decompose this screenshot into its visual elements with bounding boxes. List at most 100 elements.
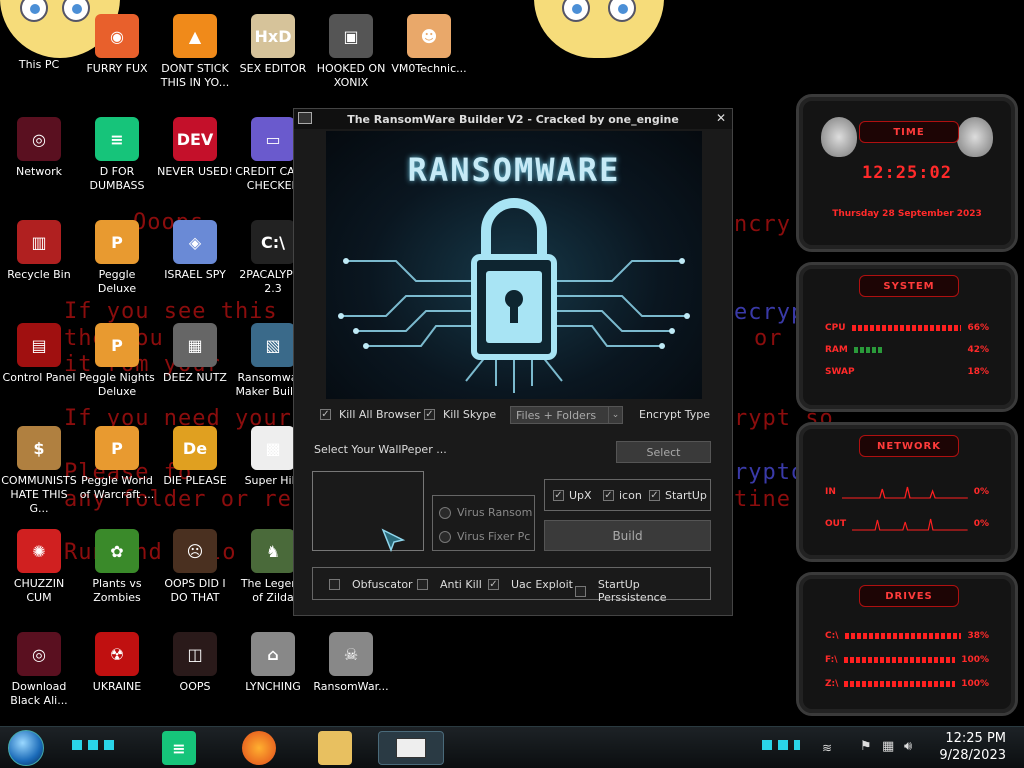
system-gadget: SYSTEM CPU 66% RAM 42% SWAP 18% <box>796 262 1018 412</box>
desktop-icon-label: DONT STICK THIS IN YO... <box>160 62 230 89</box>
drive-z-label: Z:\ <box>825 679 839 689</box>
uac-exploit-label: Uac Exploit <box>511 578 573 591</box>
icon-checkbox[interactable]: ✓ icon <box>603 489 642 502</box>
select-wallpaper-button[interactable]: Select <box>616 441 711 463</box>
app-icon: ◈ <box>173 220 217 264</box>
desktop-icon[interactable]: ▲ DONT STICK THIS IN YO... <box>156 8 234 104</box>
uac-exploit-checkbox[interactable]: ✓ Uac Exploit <box>488 578 573 591</box>
checkbox-box <box>575 585 586 597</box>
desktop-icon[interactable]: De DIE PLEASE <box>156 420 234 516</box>
desktop-icon[interactable]: ☠ RansomWar... <box>312 626 390 722</box>
banner-image: RANSOMWARE <box>326 131 702 399</box>
desktop-icon[interactable]: ▤ Control Panel <box>0 317 78 413</box>
notification-icon[interactable]: ≋ <box>822 741 832 755</box>
ram-value: 42% <box>967 345 989 355</box>
desktop-icon[interactable]: HxD SEX EDITOR <box>234 8 312 104</box>
virus-fixer-radio[interactable]: Virus Fixer Pc <box>439 530 530 543</box>
desktop-icon[interactable]: ⌂ LYNCHING <box>234 626 312 722</box>
desktop-icon[interactable]: ≡ D FOR DUMBASS <box>78 111 156 207</box>
clock-readout: 12:25:02 <box>862 163 952 183</box>
tray-date: 9/28/2023 <box>939 748 1006 763</box>
desktop-icon[interactable]: $ COMMUNISTS HATE THIS G... <box>0 420 78 516</box>
packing-options-group: ✓ UpX ✓ icon ✓ StartUp <box>544 479 711 511</box>
firefox-icon[interactable] <box>242 731 276 765</box>
checkbox-box <box>417 579 428 590</box>
app-icon: ☹ <box>173 529 217 573</box>
desktop-icon-label: FURRY FUX <box>86 62 148 75</box>
desktop-icon-label: RansomWar... <box>313 680 389 693</box>
volume-icon[interactable]: 🔊︎ <box>904 739 912 754</box>
file-explorer-icon[interactable] <box>318 731 352 765</box>
virus-ransom-radio[interactable]: Virus Ransom <box>439 506 532 519</box>
app-icon: De <box>173 426 217 470</box>
kill-all-browser-checkbox[interactable]: ✓ Kill All Browser <box>320 408 421 421</box>
app-icon: ◉ <box>95 14 139 58</box>
cpu-label: CPU <box>825 323 846 333</box>
taskbar-app-icon[interactable]: ≡ <box>162 731 196 765</box>
window-app-icon <box>298 112 312 124</box>
icon-label: icon <box>619 489 642 502</box>
app-icon: ▲ <box>173 14 217 58</box>
network-tray-icon[interactable]: ▦ <box>882 739 894 754</box>
desktop-icon-label: Peggle World of Warcraft ... <box>79 474 155 501</box>
desktop-icon[interactable]: DEV NEVER USED! <box>156 111 234 207</box>
desktop-icon[interactable]: ✺ CHUZZIN CUM <box>0 523 78 619</box>
select-wallpaper-label: Select Your WallPeper ... <box>314 443 447 456</box>
desktop-icon-this-pc[interactable]: This PC <box>0 8 78 104</box>
app-icon: ▥ <box>17 220 61 264</box>
flag-icon[interactable]: ⚑ <box>860 739 872 754</box>
desktop-icon-label: This PC <box>18 58 60 71</box>
desktop-icon[interactable]: ◎ Download Black Ali... <box>0 626 78 722</box>
window-titlebar[interactable]: The RansomWare Builder V2 - Cracked by o… <box>294 109 732 129</box>
desktop-icon[interactable]: P Peggle World of Warcraft ... <box>78 420 156 516</box>
desktop-icon[interactable]: ◈ ISRAEL SPY <box>156 214 234 310</box>
obfuscator-checkbox[interactable]: Obfuscator <box>329 578 413 591</box>
drive-z-bar <box>844 681 956 687</box>
upx-checkbox[interactable]: ✓ UpX <box>553 489 592 502</box>
desktop-icon[interactable]: ◉ FURRY FUX <box>78 8 156 104</box>
startup-label: StartUp <box>665 489 707 502</box>
desktop-icon[interactable]: ☢ UKRAINE <box>78 626 156 722</box>
wallpaper-preview <box>312 471 424 553</box>
desktop-icon[interactable]: P Peggle Deluxe <box>78 214 156 310</box>
kill-skype-label: Kill Skype <box>443 408 497 421</box>
drive-f-value: 100% <box>961 655 989 665</box>
build-button[interactable]: Build <box>544 520 711 551</box>
mascot-art <box>534 0 664 58</box>
desktop-icon[interactable]: ☹ OOPS DID I DO THAT <box>156 523 234 619</box>
extra-options-group: Obfuscator Anti Kill ✓ Uac Exploit Start… <box>312 567 711 604</box>
taskbar-ransomware-builder[interactable] <box>378 731 444 765</box>
drive-c-label: C:\ <box>825 631 839 641</box>
virus-fixer-label: Virus Fixer Pc <box>457 530 531 543</box>
encrypt-type-select[interactable]: Files + Folders ⌄ <box>510 406 623 424</box>
drive-f-row: F:\ 100% <box>825 653 989 667</box>
kill-skype-checkbox[interactable]: ✓ Kill Skype <box>424 408 496 421</box>
padlock-circuit-icon <box>338 198 690 393</box>
startup-persistence-checkbox[interactable]: StartUp Perssistence <box>575 578 710 604</box>
net-in-graph <box>841 486 968 499</box>
checkbox-box: ✓ <box>424 408 435 420</box>
desktop-icon[interactable]: ☻ VM0Technic... <box>390 8 468 104</box>
radio-circle <box>439 506 451 519</box>
taskbar: ≡ ≋ ⚑ ▦ 🔊︎ 12:25 PM 9/28/2023 <box>0 726 1024 768</box>
desktop-icon[interactable]: P Peggle Nights Deluxe <box>78 317 156 413</box>
desktop-icon[interactable]: ✿ Plants vs Zombies <box>78 523 156 619</box>
desktop-icon-label: CHUZZIN CUM <box>13 577 65 604</box>
desktop-icon[interactable]: ◫ OOPS <box>156 626 234 722</box>
tray-clock[interactable]: 12:25 PM 9/28/2023 <box>939 730 1006 764</box>
close-icon[interactable]: ✕ <box>716 111 726 125</box>
desktop: Ooops, ncry If you see this t ecrypt the… <box>0 0 1024 768</box>
app-icon: ☻ <box>407 14 451 58</box>
start-button[interactable] <box>8 730 44 766</box>
desktop-icon-label: DIE PLEASE <box>163 474 227 487</box>
desktop-icon[interactable]: ◎ Network <box>0 111 78 207</box>
anti-kill-checkbox[interactable]: Anti Kill <box>417 578 482 591</box>
drives-header: DRIVES <box>859 585 959 607</box>
desktop-icon[interactable]: ▥ Recycle Bin <box>0 214 78 310</box>
kill-all-browser-label: Kill All Browser <box>339 408 421 421</box>
net-in-row: IN 0% <box>825 485 989 499</box>
desktop-icon[interactable]: ▦ DEEZ NUTZ <box>156 317 234 413</box>
app-icon: ▧ <box>251 323 295 367</box>
startup-checkbox[interactable]: ✓ StartUp <box>649 489 707 502</box>
desktop-icon[interactable]: ▣ HOOKED ON XONIX <box>312 8 390 104</box>
